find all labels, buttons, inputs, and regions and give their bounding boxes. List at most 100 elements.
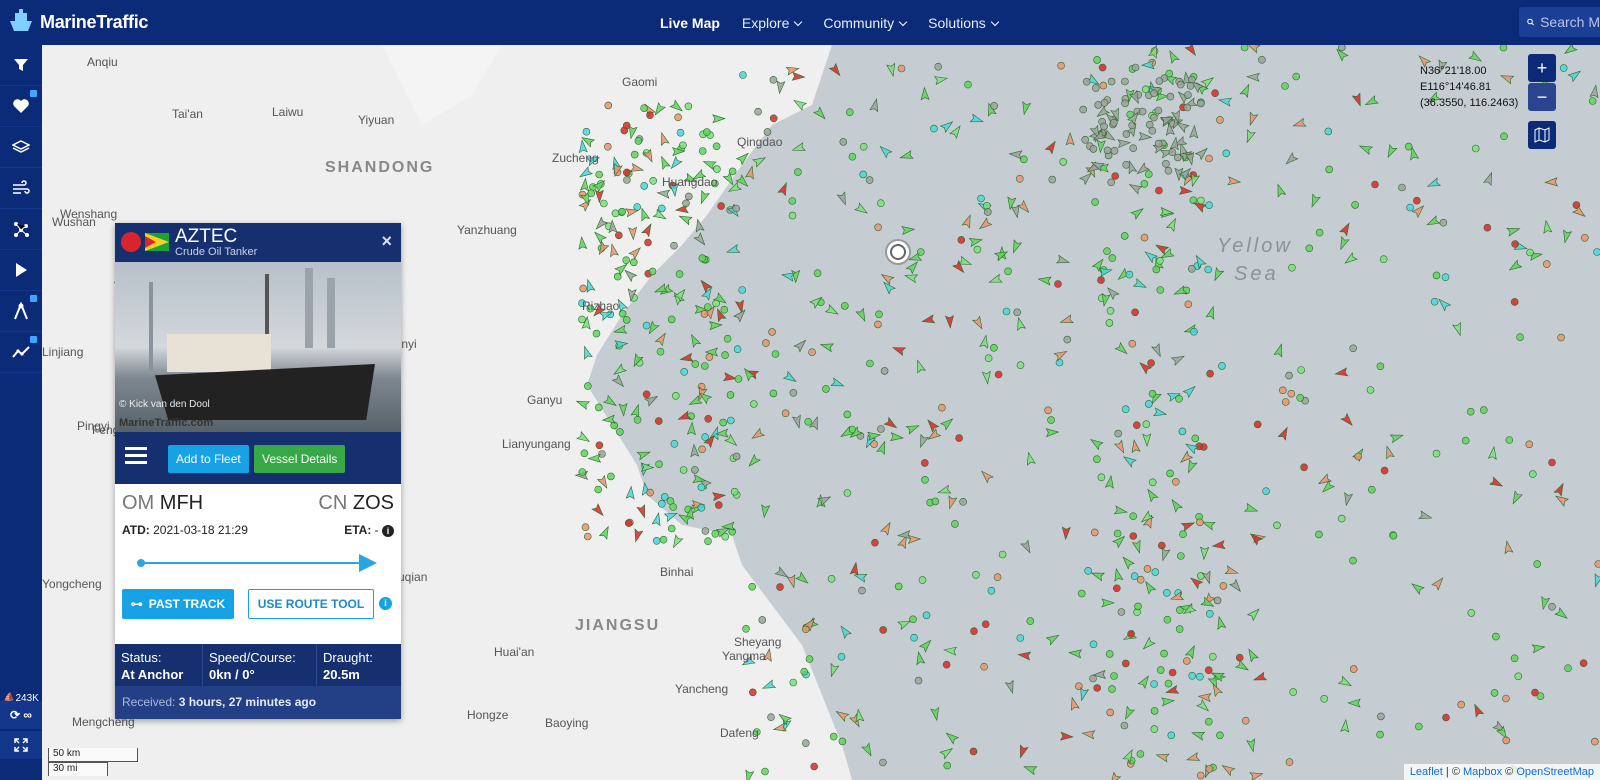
vessel-marker[interactable] bbox=[1089, 436, 1104, 451]
vessel-marker[interactable] bbox=[691, 466, 699, 474]
vessel-marker[interactable] bbox=[1186, 81, 1195, 90]
vessel-marker[interactable] bbox=[1178, 185, 1193, 195]
vessel-marker[interactable] bbox=[921, 314, 936, 325]
vessel-marker[interactable] bbox=[1145, 400, 1153, 408]
vessel-name[interactable]: AZTEC bbox=[175, 226, 237, 248]
vessel-marker[interactable] bbox=[1516, 333, 1524, 342]
vessel-marker[interactable] bbox=[1389, 431, 1404, 444]
vessel-marker[interactable] bbox=[1511, 240, 1519, 248]
vessel-marker[interactable] bbox=[838, 737, 847, 746]
vessel-marker[interactable] bbox=[1206, 369, 1214, 378]
vessel-marker[interactable] bbox=[942, 660, 951, 669]
vessel-marker[interactable] bbox=[874, 320, 882, 329]
vessel-marker[interactable] bbox=[813, 106, 828, 121]
vessel-marker[interactable] bbox=[1188, 671, 1196, 680]
vessel-marker[interactable] bbox=[762, 339, 770, 347]
vessel-marker[interactable] bbox=[583, 382, 592, 390]
vessel-marker[interactable] bbox=[726, 243, 741, 256]
vessel-marker[interactable] bbox=[677, 410, 692, 423]
vessel-marker[interactable] bbox=[848, 152, 857, 161]
vessel-marker[interactable] bbox=[1103, 146, 1112, 155]
vessel-marker[interactable] bbox=[1143, 249, 1158, 264]
vessel-marker[interactable] bbox=[1002, 307, 1011, 316]
vessel-marker[interactable] bbox=[1166, 49, 1180, 65]
vessel-marker[interactable] bbox=[1379, 255, 1388, 263]
vessel-marker[interactable] bbox=[674, 113, 682, 122]
close-icon[interactable]: × bbox=[381, 231, 392, 252]
vessel-marker[interactable] bbox=[1089, 640, 1098, 649]
vessel-marker[interactable] bbox=[874, 223, 882, 232]
vessel-marker[interactable] bbox=[899, 150, 914, 162]
vessel-marker[interactable] bbox=[746, 453, 761, 469]
vessel-marker[interactable] bbox=[1131, 308, 1139, 317]
vessel-marker[interactable] bbox=[1296, 393, 1304, 402]
vessel-marker[interactable] bbox=[1110, 672, 1118, 680]
vessel-marker[interactable] bbox=[1148, 389, 1157, 398]
vessel-marker[interactable] bbox=[1156, 257, 1164, 265]
vessel-marker[interactable] bbox=[1349, 556, 1357, 565]
vessel-marker[interactable] bbox=[656, 189, 671, 199]
vessel-marker[interactable] bbox=[1127, 630, 1135, 638]
vessel-marker[interactable] bbox=[1246, 738, 1257, 753]
past-track-button[interactable]: ⊶ PAST TRACK bbox=[122, 589, 234, 619]
vessel-marker[interactable] bbox=[1137, 674, 1151, 690]
vessel-marker[interactable] bbox=[769, 75, 778, 84]
vessel-marker[interactable] bbox=[1418, 510, 1433, 522]
vessel-marker[interactable] bbox=[1150, 680, 1158, 688]
vessel-marker[interactable] bbox=[1130, 205, 1145, 220]
vessel-marker[interactable] bbox=[595, 441, 604, 450]
vessel-marker[interactable] bbox=[1107, 77, 1116, 86]
vessel-marker[interactable] bbox=[1239, 83, 1252, 98]
vessel-marker[interactable] bbox=[1114, 341, 1129, 357]
vessel-marker[interactable] bbox=[633, 203, 642, 211]
vessel-marker[interactable] bbox=[663, 509, 678, 523]
vessel-marker[interactable] bbox=[1082, 77, 1091, 86]
vessel-marker[interactable] bbox=[973, 245, 982, 254]
vessel-marker[interactable] bbox=[1244, 502, 1259, 515]
vessel-marker[interactable] bbox=[1507, 259, 1523, 273]
vessel-marker[interactable] bbox=[726, 391, 735, 399]
vessel-marker[interactable] bbox=[1093, 684, 1101, 692]
vessel-marker[interactable] bbox=[1452, 321, 1464, 337]
vessel-marker[interactable] bbox=[1531, 643, 1546, 654]
vessel-marker[interactable] bbox=[1060, 731, 1074, 741]
vessel-marker[interactable] bbox=[1178, 427, 1187, 436]
vessel-marker[interactable] bbox=[652, 101, 666, 117]
vessel-marker[interactable] bbox=[1017, 744, 1029, 759]
vessel-marker[interactable] bbox=[1343, 252, 1358, 267]
vessel-marker[interactable] bbox=[618, 207, 626, 216]
vessel-marker[interactable] bbox=[854, 202, 869, 216]
vessel-marker[interactable] bbox=[1246, 606, 1262, 622]
vessel-marker[interactable] bbox=[734, 375, 743, 383]
vessel-marker[interactable] bbox=[698, 147, 707, 155]
vessel-marker[interactable] bbox=[1209, 652, 1217, 661]
vessel-marker[interactable] bbox=[700, 362, 709, 370]
vessel-marker[interactable] bbox=[1216, 116, 1224, 124]
vessel-marker[interactable] bbox=[595, 170, 604, 179]
vessel-marker[interactable] bbox=[1289, 688, 1297, 696]
mapbox-link[interactable]: Mapbox bbox=[1463, 766, 1502, 778]
vessel-marker[interactable] bbox=[1129, 512, 1137, 521]
vessel-marker[interactable] bbox=[920, 86, 930, 101]
vessel-marker[interactable] bbox=[728, 167, 737, 176]
vessel-marker[interactable] bbox=[1467, 609, 1476, 617]
vessel-marker[interactable] bbox=[636, 504, 648, 519]
vessel-marker[interactable] bbox=[591, 503, 606, 518]
vessel-marker[interactable] bbox=[794, 168, 802, 176]
vessel-marker[interactable] bbox=[1148, 45, 1160, 59]
vessel-marker[interactable] bbox=[955, 434, 963, 442]
vessel-marker[interactable] bbox=[1334, 367, 1349, 378]
fullscreen-button[interactable] bbox=[0, 731, 42, 759]
vessel-marker[interactable] bbox=[1561, 229, 1572, 244]
vessel-marker[interactable] bbox=[1315, 228, 1324, 237]
vessel-marker[interactable] bbox=[1277, 426, 1290, 441]
vessel-marker[interactable] bbox=[987, 586, 996, 595]
vessel-marker[interactable] bbox=[961, 214, 974, 229]
vessel-marker[interactable] bbox=[1589, 84, 1600, 99]
vessel-marker[interactable] bbox=[1121, 77, 1129, 86]
vessel-marker[interactable] bbox=[1093, 56, 1101, 64]
vessel-marker[interactable] bbox=[938, 403, 946, 412]
nav-community[interactable]: Community bbox=[823, 15, 908, 31]
vessel-marker[interactable] bbox=[1138, 107, 1147, 116]
vessel-marker[interactable] bbox=[1106, 306, 1115, 315]
